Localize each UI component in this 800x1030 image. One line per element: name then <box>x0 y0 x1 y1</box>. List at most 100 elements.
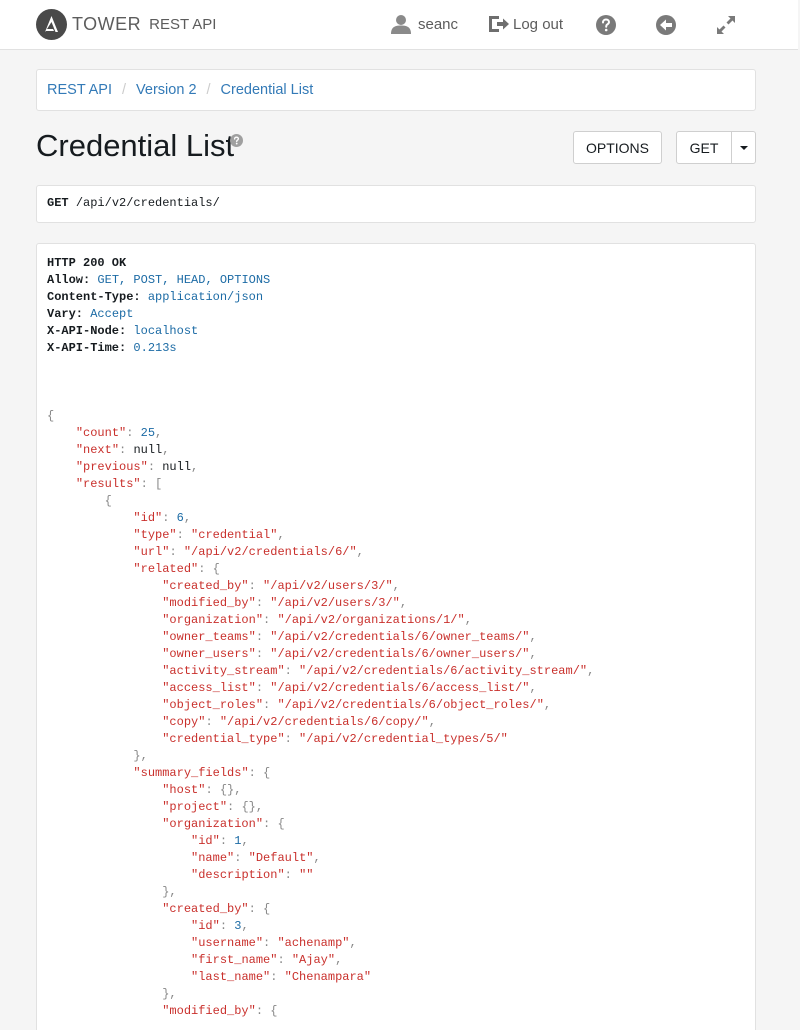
json-number: 6 <box>176 511 184 525</box>
json-string: "achenamp" <box>277 936 350 950</box>
json-key: "modified_by" <box>162 1004 256 1018</box>
json-comma: , <box>162 443 170 457</box>
json-comma: , <box>183 511 192 525</box>
json-line: "previous": null, <box>47 459 745 476</box>
json-colon: : <box>219 919 235 933</box>
json-line: "count": 25, <box>47 425 745 442</box>
json-line: { <box>47 408 745 425</box>
back-arrow-icon[interactable] <box>655 14 677 36</box>
json-comma: , <box>241 919 249 933</box>
json-colon: : <box>270 970 285 984</box>
json-bracket: { <box>277 817 285 831</box>
request-info: GET /api/v2/credentials/ <box>36 185 756 223</box>
nav-user[interactable]: seanc <box>390 13 458 35</box>
header-value: application/json <box>147 290 264 304</box>
json-line: "organization": { <box>47 816 745 833</box>
ansible-logo-icon <box>36 9 67 40</box>
json-string: "credential" <box>191 528 278 542</box>
json-line: }, <box>47 748 745 765</box>
json-colon: : <box>169 545 184 559</box>
json-key: "id" <box>191 919 220 933</box>
json-key: "username" <box>191 936 264 950</box>
request-path: /api/v2/credentials/ <box>75 196 220 210</box>
json-comma: , <box>349 936 357 950</box>
json-colon: : <box>248 902 264 916</box>
json-colon: : <box>119 443 134 457</box>
breadcrumb-credential-list[interactable]: Credential List <box>221 82 314 98</box>
json-line: "id": 6, <box>47 510 745 527</box>
json-colon: : <box>140 477 156 491</box>
json-comma: , <box>335 953 343 967</box>
help-circle-icon[interactable] <box>595 14 617 36</box>
json-key: "host" <box>162 783 206 797</box>
json-comma: , <box>241 834 249 848</box>
json-colon: : <box>255 681 271 695</box>
response-header-line: X-API-Node: localhost <box>47 323 745 340</box>
breadcrumb-version-2[interactable]: Version 2 <box>136 82 196 98</box>
logout-icon <box>489 16 509 32</box>
logout-button[interactable]: Log out <box>487 13 563 35</box>
json-bracket: [ <box>155 477 163 491</box>
get-format-dropdown[interactable] <box>731 131 756 164</box>
json-key: "object_roles" <box>162 698 264 712</box>
json-line: "project": {}, <box>47 799 745 816</box>
json-comma: , <box>277 528 285 542</box>
json-line: "host": {}, <box>47 782 745 799</box>
json-line: "id": 1, <box>47 833 745 850</box>
response-header-line: Allow: GET, POST, HEAD, OPTIONS <box>47 272 745 289</box>
json-line: "access_list": "/api/v2/credentials/6/ac… <box>47 680 745 697</box>
json-key: "previous" <box>75 460 148 474</box>
json-string: "/api/v2/users/3/" <box>263 579 393 593</box>
json-key: "id" <box>191 834 220 848</box>
question-mark-icon[interactable] <box>230 134 243 147</box>
json-comma: , <box>155 426 163 440</box>
json-string: "Ajay" <box>291 953 336 967</box>
json-key: "project" <box>162 800 228 814</box>
header-name: Vary: <box>47 307 84 321</box>
json-key: "owner_users" <box>162 647 256 661</box>
json-comma: , <box>529 681 537 695</box>
json-key: "description" <box>191 868 285 882</box>
json-colon: : <box>176 528 192 542</box>
json-key: "related" <box>133 562 199 576</box>
json-key: "owner_teams" <box>162 630 256 644</box>
json-line: { <box>47 493 745 510</box>
username-label: seanc <box>418 15 459 33</box>
json-line: "activity_stream": "/api/v2/credentials/… <box>47 663 745 680</box>
brand[interactable]: TOWER REST API <box>36 9 216 40</box>
get-button[interactable]: GET <box>676 131 732 164</box>
json-line: "name": "Default", <box>47 850 745 867</box>
breadcrumb-rest-api[interactable]: REST API <box>47 82 112 98</box>
expand-icon[interactable] <box>715 14 737 36</box>
json-string: "/api/v2/credentials/6/activity_stream/" <box>299 664 588 678</box>
json-string: "" <box>299 868 314 882</box>
json-key: "last_name" <box>191 970 271 984</box>
header-value: 0.213s <box>133 341 177 355</box>
response-panel: HTTP 200 OK Allow: GET, POST, HEAD, OPTI… <box>36 243 756 1030</box>
json-line: "related": { <box>47 561 745 578</box>
json-comma: , <box>399 596 408 610</box>
json-colon: : <box>255 647 271 661</box>
response-header-line: Vary: Accept <box>47 306 745 323</box>
json-key: "next" <box>75 443 120 457</box>
json-comma: , <box>392 579 400 593</box>
json-comma: , <box>313 851 321 865</box>
json-colon: : <box>126 426 141 440</box>
json-colon: : <box>219 834 235 848</box>
json-string: "/api/v2/credentials/6/" <box>183 545 357 559</box>
json-key: "first_name" <box>191 953 278 967</box>
json-colon: : <box>205 783 220 797</box>
options-button[interactable]: OPTIONS <box>573 131 662 164</box>
json-colon: : <box>205 715 220 729</box>
json-key: "id" <box>133 511 163 525</box>
json-key: "created_by" <box>162 902 249 916</box>
json-key: "name" <box>191 851 235 865</box>
json-colon: : <box>248 766 264 780</box>
json-key: "credential_type" <box>162 732 285 746</box>
response-header-line: X-API-Time: 0.213s <box>47 340 745 357</box>
json-empty-object: {}, <box>241 800 264 814</box>
json-bracket: }, <box>133 749 148 763</box>
breadcrumb: REST API / Version 2 / Credential List <box>36 69 756 111</box>
json-string: "/api/v2/credentials/6/copy/" <box>219 715 429 729</box>
json-key: "copy" <box>162 715 206 729</box>
